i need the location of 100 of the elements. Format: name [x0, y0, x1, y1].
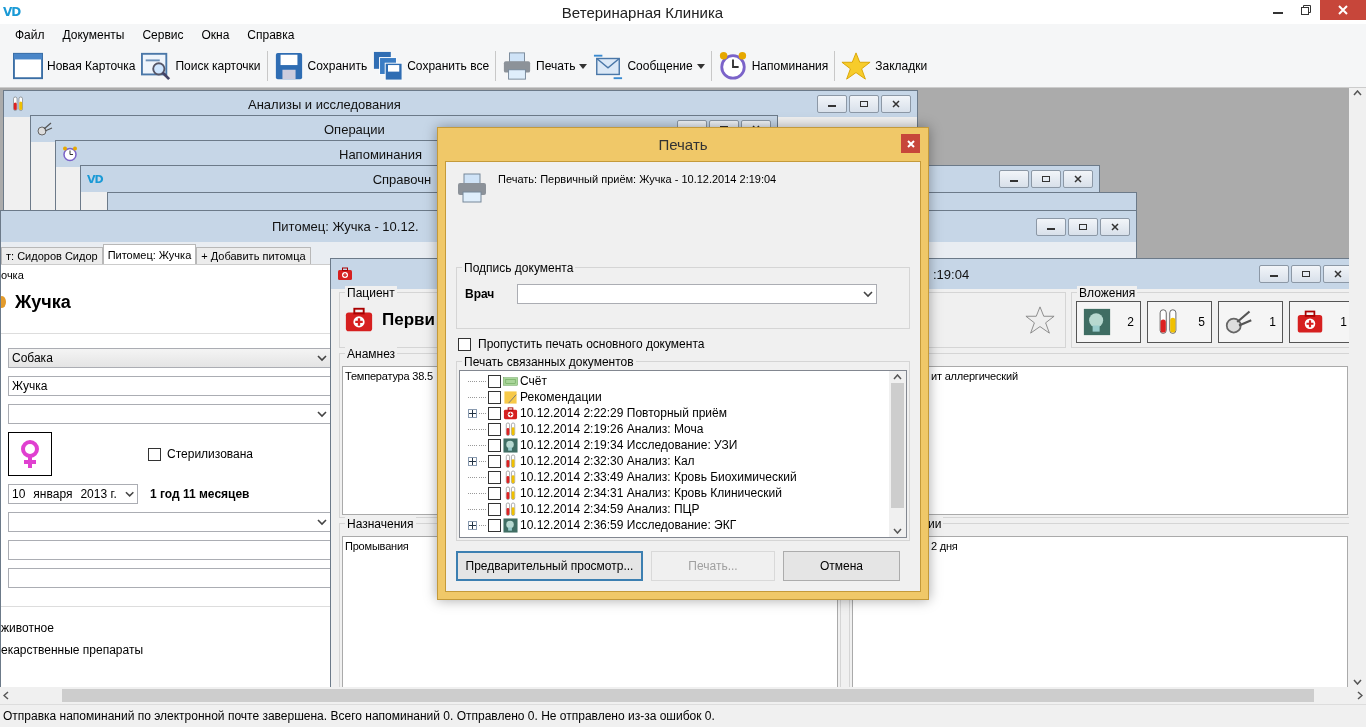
first-aid-kit-icon [1296, 308, 1324, 336]
attachment-button[interactable]: 5 [1147, 301, 1212, 343]
group-label: Подпись документа [462, 261, 576, 275]
close-button[interactable] [1063, 170, 1093, 188]
tree-item[interactable]: 10.12.2014 2:36:59 Исследование: ЭКГ [468, 517, 889, 533]
status-text: Отправка напоминаний по электронной почте завершена. Всего напоминаний 0. Отправлено 0. Не отправлено из-за ошибок 0. [0, 704, 1366, 727]
checkbox[interactable] [488, 502, 501, 516]
checkbox[interactable] [488, 454, 501, 468]
star-icon [841, 51, 872, 81]
toolbar-button[interactable]: Сохранить все [370, 48, 493, 84]
search-icon [141, 51, 172, 81]
date-picker[interactable]: 10 января 2013 г. [8, 484, 138, 504]
menu-item[interactable]: Файл [6, 27, 54, 42]
printer-icon [502, 51, 533, 81]
text-input[interactable] [8, 568, 331, 588]
scissors-icon [1225, 308, 1253, 336]
close-button[interactable] [901, 134, 920, 153]
x-ray-image-icon [1083, 308, 1111, 336]
checkbox-label: Пропустить печать основного документа [478, 337, 705, 351]
gender-button[interactable] [8, 432, 52, 476]
checkbox[interactable] [488, 518, 501, 532]
text-input[interactable] [8, 540, 331, 560]
checkbox[interactable] [458, 337, 471, 351]
checkbox[interactable] [488, 438, 501, 452]
favorite-star-icon[interactable] [1025, 305, 1055, 335]
dialog-title: Печать [658, 136, 708, 153]
floppy-disks-icon [373, 51, 404, 81]
group-label: очка [1, 269, 25, 281]
scroll-up-icon[interactable] [1353, 90, 1362, 96]
toolbar-button[interactable]: Напоминания [714, 48, 832, 84]
restore-button[interactable] [1031, 170, 1061, 188]
color-select[interactable] [8, 512, 331, 532]
minimize-button[interactable] [817, 95, 847, 113]
scroll-up-icon[interactable] [893, 374, 902, 380]
option-label: животное [1, 621, 55, 635]
app-logo: VD [3, 4, 21, 20]
tab[interactable]: Питомец: Жучка [102, 244, 197, 264]
menu-item[interactable]: Документы [53, 27, 134, 42]
scroll-right-icon[interactable] [1357, 691, 1363, 700]
note-icon [503, 389, 518, 405]
expand-icon[interactable] [468, 520, 477, 530]
scroll-down-icon[interactable] [893, 528, 902, 534]
menu-item[interactable]: Справка [238, 27, 304, 42]
option-label: екарственные препараты [1, 643, 145, 657]
test-tubes-icon [503, 421, 518, 437]
window-title: Напоминания [339, 146, 422, 162]
attachment-button[interactable]: 2 [1076, 301, 1141, 343]
checkbox[interactable] [488, 374, 501, 388]
window-title: Анализы и исследования [248, 96, 401, 112]
restore-button[interactable] [1291, 265, 1321, 283]
name-input[interactable]: Жучка [8, 376, 331, 396]
minimize-button[interactable] [1036, 217, 1066, 236]
doctor-label: Врач [465, 287, 496, 301]
restore-button[interactable] [849, 95, 879, 113]
close-button[interactable] [1323, 265, 1349, 283]
tab[interactable]: т: Сидоров Сидор [1, 247, 103, 264]
test-tubes-icon [503, 469, 518, 485]
group-label: Печать связанных документов [462, 355, 636, 369]
attachment-button[interactable]: 1 [1289, 301, 1349, 343]
toolbar-button[interactable]: Новая Карточка [10, 48, 139, 84]
restore-button[interactable] [1068, 217, 1098, 236]
species-select[interactable]: Собака [8, 348, 331, 368]
checkbox[interactable] [488, 470, 501, 484]
toolbar-button[interactable]: Поиск карточки [138, 48, 264, 84]
toolbar-button[interactable]: Сообщение [590, 48, 708, 84]
close-button[interactable] [881, 95, 911, 113]
x-ray-image-icon [503, 517, 518, 533]
expand-icon[interactable] [468, 408, 477, 418]
app-title: Ветеринарная Клиника [560, 3, 725, 21]
minimize-button[interactable] [999, 170, 1029, 188]
attachment-button[interactable]: 1 [1218, 301, 1283, 343]
scroll-down-icon[interactable] [1353, 679, 1362, 685]
x-ray-image-icon [503, 437, 518, 453]
checkbox[interactable] [488, 486, 501, 500]
checkbox[interactable] [488, 390, 501, 404]
close-button[interactable] [1100, 217, 1130, 236]
toolbar-button[interactable]: Печать [499, 48, 591, 84]
alarm-clock-icon [717, 51, 748, 81]
window-title: Операции [324, 121, 385, 137]
window-title: Питомец: Жучка - 10.12. [272, 219, 419, 234]
checkbox[interactable] [488, 422, 501, 436]
test-tubes-icon [10, 96, 26, 112]
checkbox-label: Стерилизована [167, 447, 254, 461]
menu-item[interactable]: Окна [192, 27, 239, 42]
checkbox[interactable] [488, 406, 501, 420]
dialog-button[interactable]: Предварительный просмотр... [456, 551, 643, 581]
minimize-button[interactable] [1259, 265, 1289, 283]
toolbar-button[interactable]: Сохранить [270, 48, 371, 84]
tab[interactable]: + Добавить питомца [196, 247, 311, 264]
dialog-button[interactable]: Отмена [783, 551, 900, 581]
toolbar-button[interactable]: Закладки [838, 48, 931, 84]
scroll-left-icon[interactable] [3, 691, 9, 700]
expand-icon[interactable] [468, 456, 477, 466]
menu-item[interactable]: Сервис [133, 27, 193, 42]
checkbox[interactable] [148, 447, 161, 461]
horizontal-scrollbar[interactable] [0, 687, 1366, 704]
group-label: Вложения [1077, 286, 1138, 300]
female-symbol-icon [19, 439, 41, 469]
vertical-scrollbar[interactable] [1349, 88, 1366, 687]
scrollbar[interactable] [889, 371, 906, 537]
